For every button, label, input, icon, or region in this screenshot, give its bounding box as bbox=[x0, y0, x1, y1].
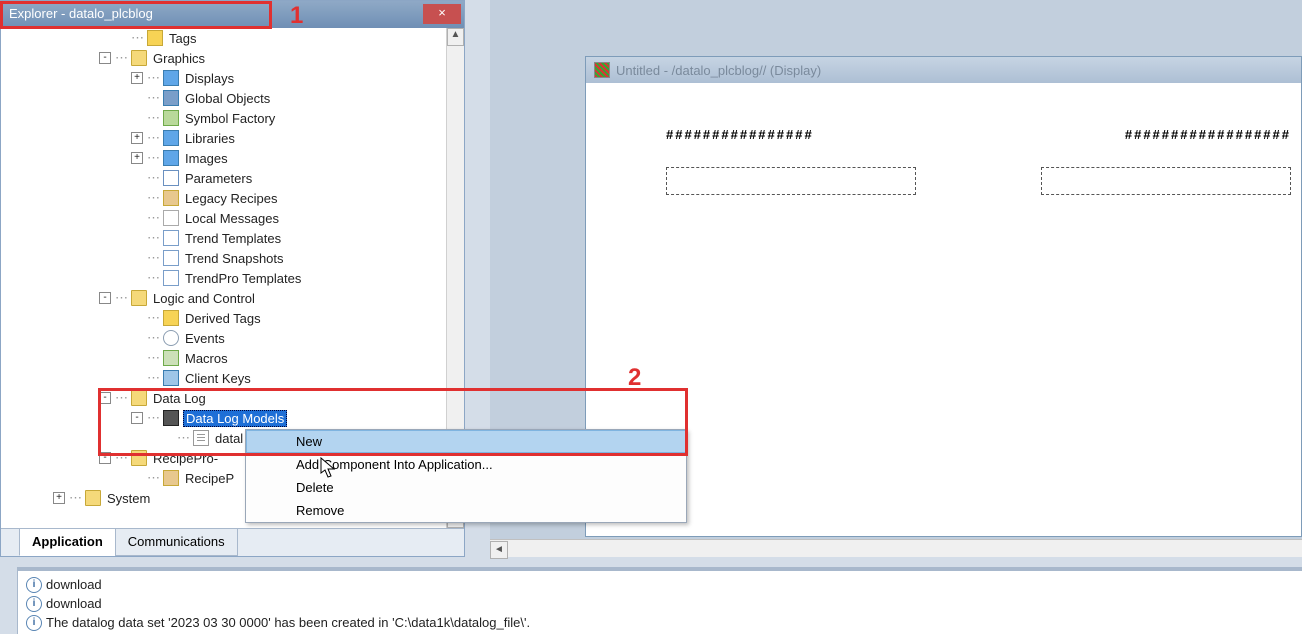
output-text: download bbox=[46, 596, 102, 611]
tree-node-data-log-models[interactable]: -⋯ Data Log Models bbox=[1, 408, 446, 428]
tree-node-libraries[interactable]: +⋯ Libraries bbox=[1, 128, 446, 148]
info-icon: i bbox=[26, 596, 42, 612]
hash-placeholder-row: ################ ################## bbox=[666, 127, 1291, 142]
images-icon bbox=[163, 150, 179, 166]
macros-icon bbox=[163, 350, 179, 366]
scroll-left-icon[interactable]: ◄ bbox=[490, 541, 508, 559]
legacy-recipes-icon bbox=[163, 190, 179, 206]
context-menu-new[interactable]: New bbox=[246, 430, 686, 453]
folder-open-icon bbox=[131, 290, 147, 306]
info-icon: i bbox=[26, 615, 42, 631]
folder-icon bbox=[85, 490, 101, 506]
tree-node-derived-tags[interactable]: ⋯ Derived Tags bbox=[1, 308, 446, 328]
tab-application[interactable]: Application bbox=[19, 529, 116, 556]
libraries-icon bbox=[163, 130, 179, 146]
tree-node-trend-templates[interactable]: ⋯ Trend Templates bbox=[1, 228, 446, 248]
tree-node-symbol-factory[interactable]: ⋯ Symbol Factory bbox=[1, 108, 446, 128]
display-window[interactable]: Untitled - /datalo_plcblog// (Display) #… bbox=[585, 56, 1302, 537]
explorer-titlebar[interactable]: Explorer - datalo_plcblog × bbox=[1, 1, 464, 28]
trendpro-templates-icon bbox=[163, 270, 179, 286]
output-text: The datalog data set '2023 03 30 0000' h… bbox=[46, 615, 530, 630]
explorer-tab-strip: Application Communications bbox=[1, 528, 464, 556]
tree-node-displays[interactable]: +⋯ Displays bbox=[1, 68, 446, 88]
output-line: i download bbox=[26, 594, 1294, 613]
display-titlebar[interactable]: Untitled - /datalo_plcblog// (Display) bbox=[586, 57, 1301, 83]
tree-node-client-keys[interactable]: ⋯ Client Keys bbox=[1, 368, 446, 388]
recipe-icon bbox=[163, 470, 179, 486]
horizontal-scrollbar[interactable]: ◄ bbox=[490, 539, 1302, 557]
tree-node-local-messages[interactable]: ⋯ Local Messages bbox=[1, 208, 446, 228]
dotted-placeholder-row bbox=[666, 167, 1291, 195]
expand-icon[interactable]: + bbox=[131, 152, 143, 164]
tags-icon bbox=[147, 30, 163, 46]
collapse-icon[interactable]: - bbox=[99, 292, 111, 304]
output-line: i download bbox=[26, 575, 1294, 594]
data-log-models-icon bbox=[163, 410, 179, 426]
dotted-placeholder-1[interactable] bbox=[666, 167, 916, 195]
folder-open-icon bbox=[131, 390, 147, 406]
annotation-label-1: 1 bbox=[290, 2, 303, 30]
close-icon[interactable]: × bbox=[423, 4, 461, 24]
hash-placeholder-2: ################## bbox=[1125, 127, 1291, 142]
display-window-icon bbox=[594, 62, 610, 78]
tree-node-macros[interactable]: ⋯ Macros bbox=[1, 348, 446, 368]
tree-node-data-log[interactable]: -⋯ Data Log bbox=[1, 388, 446, 408]
collapse-icon[interactable]: - bbox=[99, 52, 111, 64]
scroll-up-icon[interactable]: ▲ bbox=[447, 28, 464, 46]
document-icon bbox=[193, 430, 209, 446]
symbol-factory-icon bbox=[163, 110, 179, 126]
explorer-title-text: Explorer - datalo_plcblog bbox=[9, 6, 153, 21]
client-keys-icon bbox=[163, 370, 179, 386]
output-text: download bbox=[46, 577, 102, 592]
output-panel: i download i download i The datalog data… bbox=[17, 567, 1302, 634]
collapse-icon[interactable]: - bbox=[131, 412, 143, 424]
tree-node-legacy-recipes[interactable]: ⋯ Legacy Recipes bbox=[1, 188, 446, 208]
hash-placeholder-1: ################ bbox=[666, 127, 814, 142]
tree-node-graphics[interactable]: -⋯ Graphics bbox=[1, 48, 446, 68]
tree-node-parameters[interactable]: ⋯ Parameters bbox=[1, 168, 446, 188]
output-line: i The datalog data set '2023 03 30 0000'… bbox=[26, 613, 1294, 632]
dotted-placeholder-2[interactable] bbox=[1041, 167, 1291, 195]
events-icon bbox=[163, 330, 179, 346]
folder-open-icon bbox=[131, 50, 147, 66]
derived-tags-icon bbox=[163, 310, 179, 326]
tree-node-logic-control[interactable]: -⋯ Logic and Control bbox=[1, 288, 446, 308]
context-menu-add-component[interactable]: Add Component Into Application... bbox=[246, 453, 686, 476]
displays-icon bbox=[163, 70, 179, 86]
annotation-label-2: 2 bbox=[628, 364, 641, 392]
tree-node-trendpro-templates[interactable]: ⋯ TrendPro Templates bbox=[1, 268, 446, 288]
local-messages-icon bbox=[163, 210, 179, 226]
tree-node-images[interactable]: +⋯ Images bbox=[1, 148, 446, 168]
tree-node-trend-snapshots[interactable]: ⋯ Trend Snapshots bbox=[1, 248, 446, 268]
expand-icon[interactable]: + bbox=[131, 72, 143, 84]
tree-node-events[interactable]: ⋯ Events bbox=[1, 328, 446, 348]
trend-templates-icon bbox=[163, 230, 179, 246]
collapse-icon[interactable]: - bbox=[99, 392, 111, 404]
collapse-icon[interactable]: - bbox=[99, 452, 111, 464]
expand-icon[interactable]: + bbox=[53, 492, 65, 504]
tab-communications[interactable]: Communications bbox=[115, 529, 238, 556]
tree-node-global-objects[interactable]: ⋯ Global Objects bbox=[1, 88, 446, 108]
global-objects-icon bbox=[163, 90, 179, 106]
parameters-icon bbox=[163, 170, 179, 186]
context-menu: New Add Component Into Application... De… bbox=[245, 429, 687, 523]
info-icon: i bbox=[26, 577, 42, 593]
context-menu-remove[interactable]: Remove bbox=[246, 499, 686, 522]
trend-snapshots-icon bbox=[163, 250, 179, 266]
folder-open-icon bbox=[131, 450, 147, 466]
context-menu-delete[interactable]: Delete bbox=[246, 476, 686, 499]
expand-icon[interactable]: + bbox=[131, 132, 143, 144]
tree-node-tags[interactable]: ⋯ Tags bbox=[1, 28, 446, 48]
display-title-text: Untitled - /datalo_plcblog// (Display) bbox=[616, 63, 821, 78]
